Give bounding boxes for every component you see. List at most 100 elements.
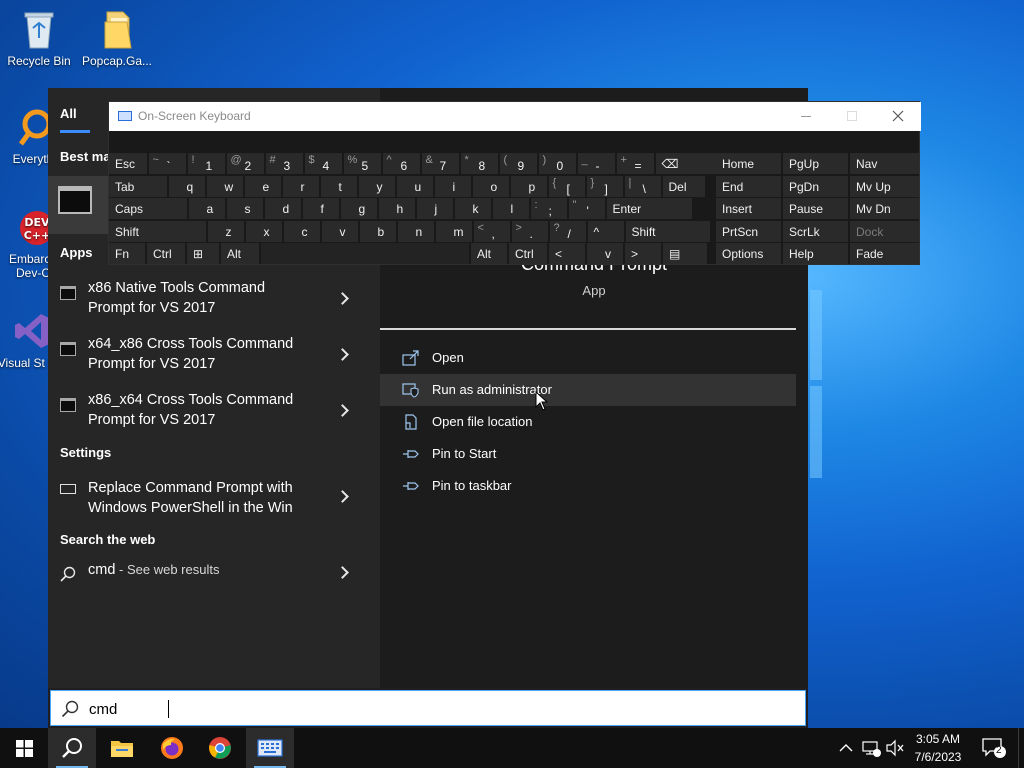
osk-key[interactable]: Del [662,175,705,197]
osk-key[interactable]: n [397,220,434,242]
osk-key[interactable]: > [625,243,661,264]
osk-key[interactable]: f [302,198,339,219]
osk-key[interactable]: r [282,175,319,197]
osk-key[interactable]: m [435,220,472,242]
osk-key[interactable]: Alt [221,243,259,264]
action-pin-to-taskbar[interactable]: Pin to taskbar [380,470,796,502]
osk-key[interactable]: | \ [624,175,661,197]
osk-nav-key[interactable]: Home [716,153,781,174]
osk-nav-key[interactable]: End [716,175,781,197]
osk-key[interactable]: i [434,175,471,197]
osk-key[interactable]: _ - [577,153,615,174]
osk-key[interactable]: h [378,198,415,219]
osk-key[interactable]: ⊞ [187,243,219,264]
osk-key[interactable]: v [587,243,623,264]
osk-key[interactable]: Ctrl [147,243,185,264]
osk-nav-key[interactable]: Nav [850,153,919,174]
osk-key[interactable]: y [358,175,395,197]
osk-key[interactable]: * 8 [460,153,498,174]
osk-key[interactable]: l [492,198,529,219]
list-item[interactable]: x86_x64 Cross Tools Command Prompt for V… [48,388,380,440]
search-input[interactable] [89,697,779,721]
osk-key[interactable]: :; [530,198,567,219]
osk-nav-key[interactable]: Options [716,243,781,264]
osk-key[interactable]: " ' [568,198,605,219]
osk-key[interactable]: j [416,198,453,219]
osk-key[interactable]: ▤ [663,243,707,264]
osk-key[interactable]: z [207,220,244,242]
osk-key[interactable]: k [454,198,491,219]
osk-key[interactable]: Enter [606,198,692,219]
action-open[interactable]: Open [380,342,796,374]
osk-key[interactable]: b [359,220,396,242]
clock[interactable]: 3:05 AM 7/6/2023 [903,728,973,768]
network-status-button[interactable] [860,738,882,758]
osk-key[interactable]: d [264,198,301,219]
osk-key[interactable]: Shift [109,220,206,242]
osk-key[interactable]: p [510,175,547,197]
osk-key[interactable]: #3 [265,153,303,174]
action-run-as-administrator[interactable]: Run as administrator [380,374,796,406]
show-desktop-button[interactable] [1018,728,1024,768]
chevron-right-icon[interactable] [338,350,350,362]
osk-key[interactable]: (9 [499,153,537,174]
osk-key[interactable]: }] [586,175,623,197]
osk-key[interactable]: ⌫ [655,153,718,174]
tab-all[interactable]: All [60,106,77,121]
search-box[interactable] [50,690,806,726]
action-center-button[interactable]: 2 [980,736,1008,760]
osk-nav-key[interactable]: Insert [716,198,781,219]
osk-key[interactable]: @2 [226,153,264,174]
osk-key[interactable]: s [226,198,263,219]
minimize-button[interactable] [783,102,829,131]
taskbar-firefox[interactable] [148,728,196,768]
osk-key[interactable]: ~ ` [148,153,186,174]
osk-key[interactable]: w [206,175,243,197]
osk-key[interactable]: ? / [549,220,586,242]
osk-key[interactable]: & 7 [421,153,459,174]
osk-nav-key[interactable]: Pause [783,198,848,219]
osk-key[interactable]: + = [616,153,654,174]
chevron-right-icon[interactable] [338,406,350,418]
osk-key[interactable]: q [168,175,205,197]
osk-nav-key[interactable]: ScrLk [783,220,848,242]
chevron-right-icon[interactable] [338,492,350,504]
osk-key[interactable]: c [283,220,320,242]
osk-key[interactable]: < [549,243,585,264]
osk-key[interactable]: Shift [625,220,710,242]
web-result-item[interactable]: cmd - See web results [48,558,380,590]
osk-key[interactable]: u [396,175,433,197]
osk-key[interactable]: a [188,198,225,219]
osk-key[interactable] [261,243,469,264]
maximize-button[interactable] [829,102,875,131]
osk-nav-key[interactable]: Fade [850,243,919,264]
osk-key[interactable]: e [244,175,281,197]
osk-nav-key[interactable]: Mv Up [850,175,919,197]
close-button[interactable] [875,102,921,131]
osk-key[interactable]: x [245,220,282,242]
osk-nav-key[interactable]: PrtScn [716,220,781,242]
taskbar-file-explorer[interactable] [98,728,146,768]
start-button[interactable] [0,728,48,768]
osk-key[interactable]: Esc [109,153,147,174]
action-pin-to-start[interactable]: Pin to Start [380,438,796,470]
osk-key[interactable]: ) 0 [538,153,576,174]
osk-nav-key[interactable]: PgUp [783,153,848,174]
show-hidden-icons-button[interactable] [836,738,856,758]
settings-item[interactable]: Replace Command Prompt with Windows Powe… [48,476,380,528]
osk-key[interactable]: Fn [109,243,145,264]
osk-key[interactable]: g [340,198,377,219]
osk-key[interactable]: Caps [109,198,187,219]
osk-nav-key[interactable]: PgDn [783,175,848,197]
osk-key[interactable]: ^ 6 [382,153,420,174]
desktop-icon-recycle-bin[interactable]: Recycle Bin [2,8,76,68]
osk-nav-key[interactable]: Mv Dn [850,198,919,219]
osk-key[interactable]: <, [473,220,510,242]
osk-key[interactable]: t [320,175,357,197]
taskbar-on-screen-keyboard[interactable] [246,728,294,768]
action-open-file-location[interactable]: Open file location [380,406,796,438]
osk-key[interactable]: $4 [304,153,342,174]
osk-nav-key[interactable]: Dock [850,220,919,242]
list-item[interactable]: x64_x86 Cross Tools Command Prompt for V… [48,332,380,384]
osk-nav-key[interactable]: Help [783,243,848,264]
